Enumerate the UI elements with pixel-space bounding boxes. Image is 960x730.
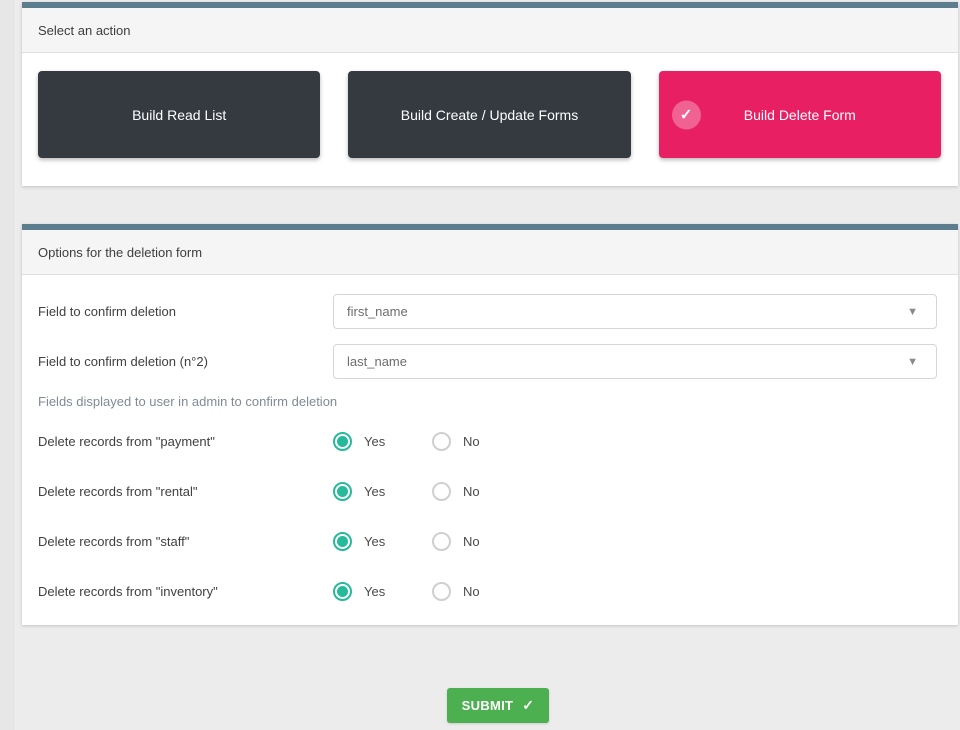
radio-unchecked-icon	[432, 582, 451, 601]
radio-checked-icon	[333, 532, 352, 551]
delete-payment-row: Delete records from "payment" Yes No	[38, 432, 937, 451]
check-glyph: ✓	[680, 106, 693, 124]
build-create-update-forms-label: Build Create / Update Forms	[401, 107, 578, 123]
no-label: No	[463, 434, 480, 449]
radio-checked-icon	[333, 582, 352, 601]
delete-staff-no-radio[interactable]: No	[432, 532, 531, 551]
deletion-options-panel-title: Options for the deletion form	[22, 230, 958, 275]
delete-rental-label: Delete records from "rental"	[38, 484, 333, 499]
select-action-panel: Select an action Build Read List Build C…	[22, 2, 958, 186]
check-icon: ✓	[522, 697, 534, 714]
submit-button[interactable]: SUBMIT ✓	[447, 688, 550, 723]
no-label: No	[463, 584, 480, 599]
confirm-field-label: Field to confirm deletion	[38, 304, 333, 319]
caret-down-icon: ▼	[907, 306, 918, 318]
yes-label: Yes	[364, 534, 385, 549]
delete-payment-yes-radio[interactable]: Yes	[333, 432, 432, 451]
delete-payment-no-radio[interactable]: No	[432, 432, 531, 451]
submit-row: SUBMIT ✓	[22, 688, 958, 723]
confirm-field-2-select-value: last_name	[347, 354, 407, 369]
delete-inventory-yes-radio[interactable]: Yes	[333, 582, 432, 601]
caret-down-icon: ▼	[907, 356, 918, 368]
build-read-list-button[interactable]: Build Read List	[38, 71, 320, 158]
deletion-options-body: Field to confirm deletion first_name ▼ F…	[22, 275, 958, 625]
submit-label: SUBMIT	[462, 698, 514, 713]
yes-label: Yes	[364, 584, 385, 599]
delete-inventory-label: Delete records from "inventory"	[38, 584, 333, 599]
delete-rental-yes-radio[interactable]: Yes	[333, 482, 432, 501]
radio-checked-icon	[333, 432, 352, 451]
build-read-list-label: Build Read List	[132, 107, 226, 123]
confirm-field-2-select[interactable]: last_name ▼	[333, 344, 937, 379]
check-icon: ✓	[672, 100, 701, 129]
confirm-field-select-value: first_name	[347, 304, 408, 319]
confirm-field-2-label: Field to confirm deletion (n°2)	[38, 354, 333, 369]
confirm-fields-helper-text: Fields displayed to user in admin to con…	[38, 394, 937, 409]
page-left-gutter	[0, 0, 14, 730]
confirm-field-row: Field to confirm deletion first_name ▼	[38, 294, 937, 329]
delete-inventory-radio-group: Yes No	[333, 582, 937, 601]
radio-checked-icon	[333, 482, 352, 501]
select-action-panel-title: Select an action	[22, 8, 958, 53]
build-delete-form-label: Build Delete Form	[744, 107, 856, 123]
yes-label: Yes	[364, 434, 385, 449]
delete-payment-label: Delete records from "payment"	[38, 434, 333, 449]
delete-staff-radio-group: Yes No	[333, 532, 937, 551]
delete-payment-radio-group: Yes No	[333, 432, 937, 451]
radio-unchecked-icon	[432, 432, 451, 451]
delete-staff-yes-radio[interactable]: Yes	[333, 532, 432, 551]
delete-rental-no-radio[interactable]: No	[432, 482, 531, 501]
yes-label: Yes	[364, 484, 385, 499]
deletion-options-panel: Options for the deletion form Field to c…	[22, 224, 958, 625]
action-buttons-row: Build Read List Build Create / Update Fo…	[22, 53, 958, 186]
delete-inventory-no-radio[interactable]: No	[432, 582, 531, 601]
confirm-field-select[interactable]: first_name ▼	[333, 294, 937, 329]
radio-unchecked-icon	[432, 482, 451, 501]
delete-rental-row: Delete records from "rental" Yes No	[38, 482, 937, 501]
delete-rental-radio-group: Yes No	[333, 482, 937, 501]
radio-unchecked-icon	[432, 532, 451, 551]
no-label: No	[463, 484, 480, 499]
no-label: No	[463, 534, 480, 549]
delete-staff-label: Delete records from "staff"	[38, 534, 333, 549]
main-content: Select an action Build Read List Build C…	[22, 0, 958, 723]
confirm-field-2-row: Field to confirm deletion (n°2) last_nam…	[38, 344, 937, 379]
delete-staff-row: Delete records from "staff" Yes No	[38, 532, 937, 551]
build-create-update-forms-button[interactable]: Build Create / Update Forms	[348, 71, 630, 158]
build-delete-form-button[interactable]: ✓ Build Delete Form	[659, 71, 941, 158]
delete-inventory-row: Delete records from "inventory" Yes No	[38, 582, 937, 601]
